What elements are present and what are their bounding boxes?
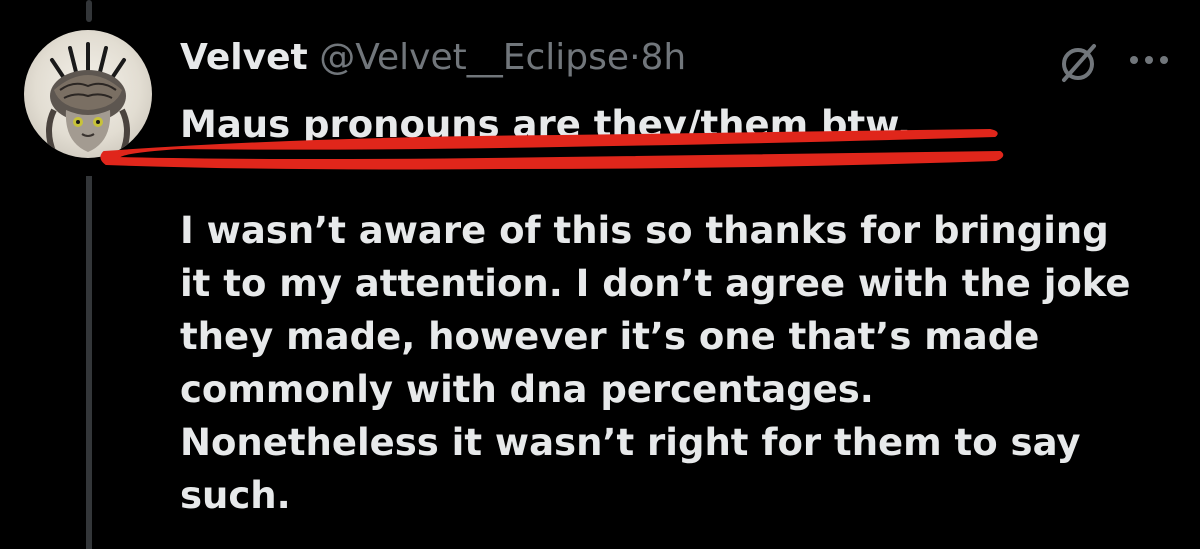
tweet-line: Nonetheless it wasn’t right for them to … (180, 421, 1081, 464)
user-handle[interactable]: @Velvet__Eclipse (319, 37, 629, 78)
separator-dot: · (629, 37, 641, 78)
tweet-line: such. (180, 474, 291, 517)
tweet-paragraph: I wasn’t aware of this so thanks for bri… (180, 204, 1180, 522)
more-dots-icon[interactable] (1124, 40, 1174, 80)
tweet-first-line: Maus pronouns are they/them btw. (180, 103, 912, 146)
tweet-line: it to my attention. I don’t agree with t… (180, 262, 1131, 305)
avatar[interactable] (24, 30, 152, 158)
tweet-text: Maus pronouns are they/them btw. I wasn’… (180, 98, 1180, 522)
avatar-image (46, 42, 130, 156)
tweet-line: commonly with dna percentages. (180, 368, 874, 411)
display-name[interactable]: Velvet (180, 37, 308, 78)
thread-connector (86, 176, 92, 549)
tweet-line: they made, however it’s one that’s made (180, 315, 1040, 358)
timestamp[interactable]: 8h (641, 37, 687, 78)
thread-connector-top (86, 0, 92, 22)
tweet-header: Velvet @Velvet__Eclipse·8h (180, 34, 686, 82)
grok-slash-icon[interactable] (1056, 40, 1102, 86)
tweet-line: I wasn’t aware of this so thanks for bri… (180, 209, 1109, 252)
